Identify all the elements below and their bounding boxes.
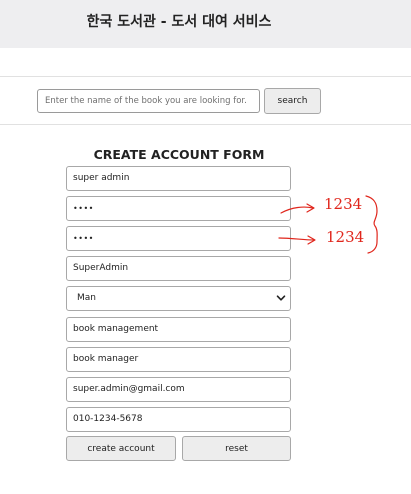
email-field[interactable]: super.admin@gmail.com: [66, 377, 291, 402]
user-name-field[interactable]: super admin: [66, 166, 291, 191]
header-bar: 한국 도서관 - 도서 대여 서비스: [0, 0, 411, 48]
gender-select-value: Man: [77, 293, 96, 303]
create-account-button[interactable]: create account: [66, 436, 176, 461]
site-title: 한국 도서관 - 도서 대여 서비스: [86, 14, 272, 30]
password-field[interactable]: ••••: [66, 196, 291, 221]
nickname-field[interactable]: SuperAdmin: [66, 256, 291, 281]
form-title: CREATE ACCOUNT FORM: [93, 147, 265, 162]
annotation-confirm-note: 1234: [326, 228, 365, 246]
reset-button[interactable]: reset: [182, 436, 291, 461]
page: 한국 도서관 - 도서 대여 서비스 search CREATE ACCOUNT…: [0, 0, 411, 494]
position-field[interactable]: book manager: [66, 347, 291, 372]
search-button[interactable]: search: [264, 88, 321, 114]
password-confirm-field[interactable]: ••••: [66, 226, 291, 251]
chevron-down-icon: [276, 295, 286, 301]
header-divider: [0, 76, 411, 77]
department-field[interactable]: book management: [66, 317, 291, 342]
search-input[interactable]: [37, 89, 260, 113]
gender-select[interactable]: Man: [66, 286, 291, 311]
phone-field[interactable]: 010-1234-5678: [66, 407, 291, 432]
search-divider: [0, 124, 411, 125]
annotation-password-note: 1234: [324, 195, 363, 213]
